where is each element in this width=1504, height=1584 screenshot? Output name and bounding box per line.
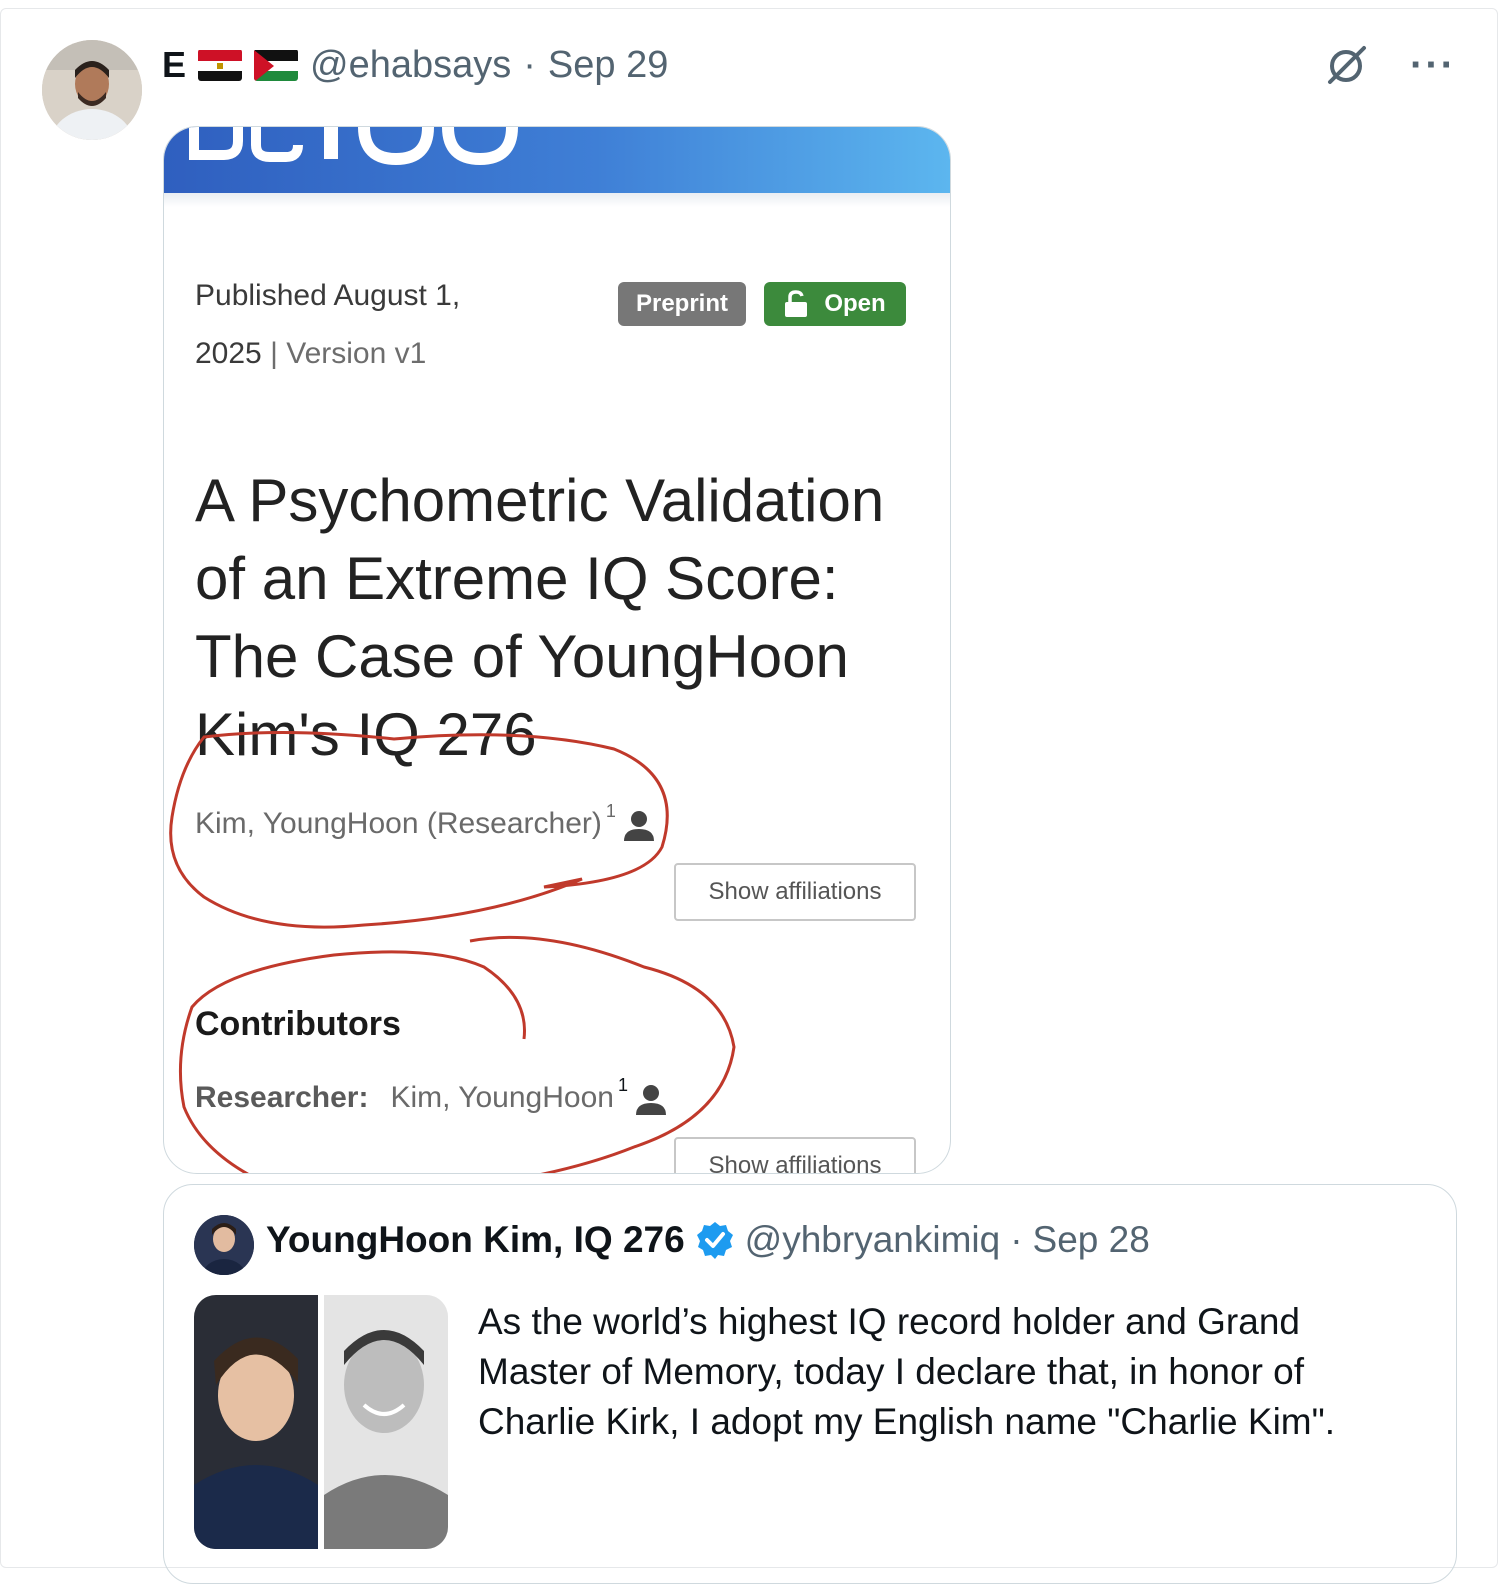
researcher-name[interactable]: Kim, YoungHoon: [390, 1081, 614, 1115]
quoted-separator-dot: ·: [1010, 1219, 1023, 1260]
person-icon: [635, 1085, 666, 1115]
unlock-icon: [785, 290, 808, 317]
user-handle[interactable]: @ehabsays: [310, 44, 511, 87]
open-access-badge: Open: [764, 282, 906, 326]
open-badge-label: Open: [824, 290, 886, 317]
egypt-flag-icon: [198, 49, 243, 81]
published-version-line: 2025 | Version v1: [195, 325, 515, 383]
quoted-tweet-header: YoungHoon Kim, IQ 276 @yhbryankimiq · Se…: [266, 1219, 1150, 1261]
verified-badge-icon: [696, 1222, 733, 1259]
author-superscript: 1: [605, 801, 616, 821]
show-affiliations-button[interactable]: Show affiliations: [674, 863, 916, 921]
contributors-heading: Contributors: [195, 1005, 401, 1043]
more-options-icon[interactable]: ···: [1410, 45, 1456, 85]
author-name[interactable]: Kim, YoungHoon (Researcher): [195, 807, 602, 841]
published-date: Published August 1,: [195, 279, 461, 312]
quoted-date[interactable]: Sep 28: [1033, 1219, 1150, 1261]
quoted-user-avatar[interactable]: [194, 1215, 254, 1275]
version-label: | Version v1: [270, 337, 427, 370]
quoted-handle[interactable]: @yhbryankimiq: [745, 1219, 1001, 1261]
paper-title: A Psychometric Validation of an Extreme …: [195, 467, 885, 768]
author-row: Kim, YoungHoon (Researcher) 1: [195, 801, 656, 843]
display-name[interactable]: E: [162, 44, 186, 86]
zenodo-banner: [164, 127, 950, 193]
tweet-header: E @ehabsays · Sep 29: [162, 40, 668, 90]
quoted-tweet[interactable]: YoungHoon Kim, IQ 276 @yhbryankimiq · Se…: [163, 1184, 1457, 1584]
palestine-flag-icon: [254, 49, 299, 81]
researcher-label: Researcher:: [195, 1081, 369, 1114]
attached-image[interactable]: Published August 1, 2025 | Version v1 Pr…: [163, 126, 951, 1174]
preprint-badge: Preprint: [618, 282, 746, 326]
published-year: 2025: [195, 337, 262, 370]
grok-icon[interactable]: [1324, 42, 1370, 88]
tweet-actions-top: ···: [1324, 42, 1456, 88]
person-icon: [623, 811, 654, 841]
user-avatar[interactable]: [42, 40, 142, 140]
quoted-display-name[interactable]: YoungHoon Kim, IQ 276: [266, 1219, 685, 1261]
separator-dot: ·: [523, 43, 536, 86]
publication-info: Published August 1, 2025 | Version v1: [195, 267, 515, 383]
quoted-tweet-text: As the world’s highest IQ record holder …: [478, 1301, 1336, 1442]
researcher-superscript: 1: [617, 1075, 628, 1095]
researcher-row: Researcher: Kim, YoungHoon 1: [195, 1075, 668, 1117]
zenodo-logo: [189, 127, 518, 166]
quoted-media-thumbnail[interactable]: [194, 1295, 448, 1549]
show-affiliations-button-2[interactable]: Show affiliations: [674, 1137, 916, 1173]
banner-shadow: [164, 193, 950, 207]
tweet-date[interactable]: Sep 29: [548, 44, 668, 87]
